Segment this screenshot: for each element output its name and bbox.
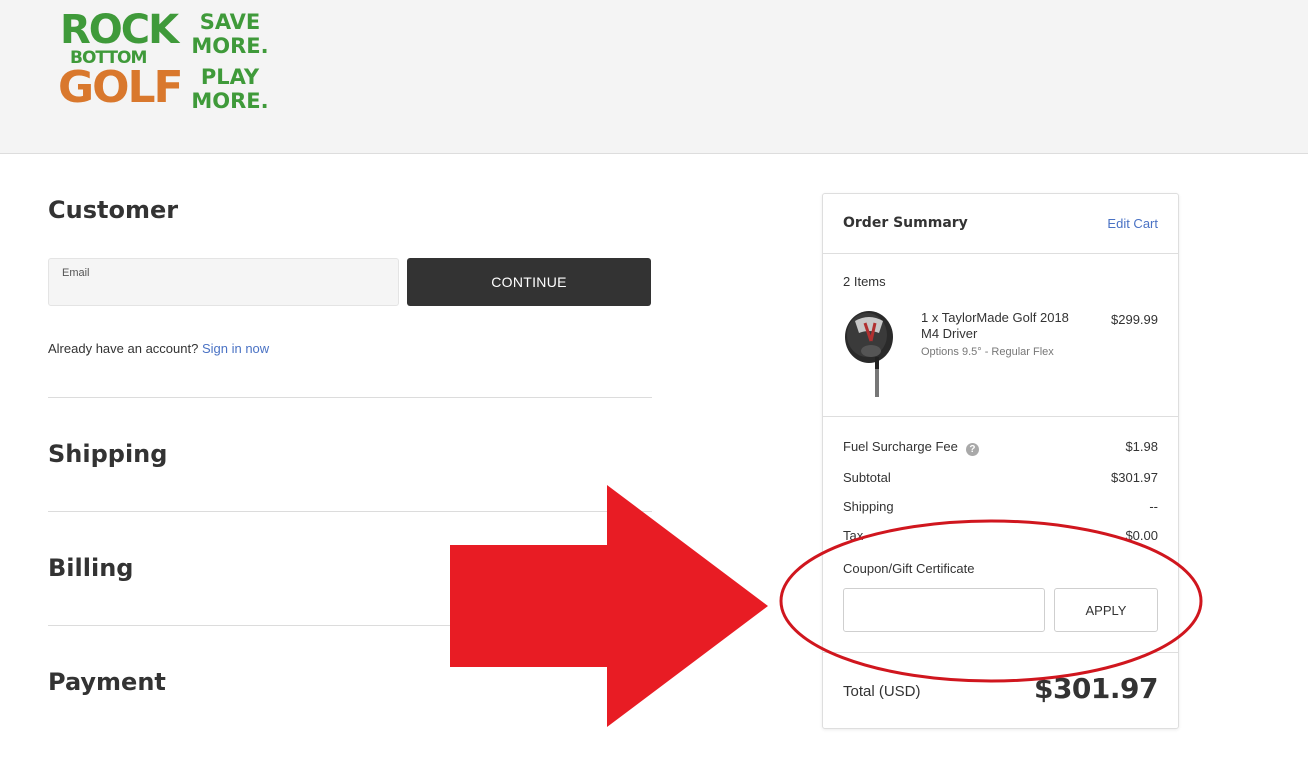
product-name: 1 x TaylorMade Golf 2018 M4 Driver — [921, 310, 1069, 341]
order-summary-panel: Order Summary Edit Cart 2 Items 1 x Tayl… — [822, 193, 1179, 729]
sign-in-link[interactable]: Sign in now — [202, 341, 269, 356]
shipping-value: -- — [1149, 499, 1158, 514]
apply-coupon-button[interactable]: APPLY — [1054, 588, 1158, 632]
total-label: Total (USD) — [843, 683, 921, 700]
rock-bottom-golf-logo[interactable]: ROCK BOTTOM GOLF SAVE MORE. PLAY MORE. — [58, 10, 273, 115]
email-field[interactable] — [61, 281, 386, 301]
billing-heading[interactable]: Billing — [48, 554, 133, 582]
coupon-label: Coupon/Gift Certificate — [843, 561, 975, 576]
divider — [823, 652, 1178, 653]
fuel-surcharge-row: Fuel Surcharge Fee? $1.98 — [843, 439, 1158, 457]
items-count: 2 Items — [843, 274, 886, 289]
divider — [823, 416, 1178, 417]
shipping-heading[interactable]: Shipping — [48, 440, 167, 468]
signin-prompt: Already have an account? Sign in now — [48, 341, 269, 356]
logo-tagline-save-more: SAVE MORE. — [191, 10, 269, 58]
fuel-surcharge-label: Fuel Surcharge Fee — [843, 439, 958, 454]
signin-prompt-text: Already have an account? — [48, 341, 199, 356]
logo-rock-text: ROCK — [60, 7, 179, 53]
logo-tagline-play-more: PLAY MORE. — [191, 65, 269, 113]
golf-driver-image — [845, 311, 893, 397]
order-summary-title: Order Summary — [843, 215, 968, 231]
logo-golf-text: GOLF — [58, 62, 184, 113]
divider — [48, 625, 652, 626]
continue-button[interactable]: CONTINUE — [407, 258, 651, 306]
subtotal-label: Subtotal — [843, 470, 891, 485]
tax-value: $0.00 — [1125, 528, 1158, 543]
red-arrow-annotation — [450, 485, 768, 727]
tax-row: Tax $0.00 — [843, 528, 1158, 546]
shipping-row: Shipping -- — [843, 499, 1158, 517]
site-header: ROCK BOTTOM GOLF SAVE MORE. PLAY MORE. — [0, 0, 1308, 154]
divider — [48, 511, 652, 512]
fuel-surcharge-value: $1.98 — [1125, 439, 1158, 454]
subtotal-row: Subtotal $301.97 — [843, 470, 1158, 488]
help-icon[interactable]: ? — [965, 443, 979, 456]
tax-label: Tax — [843, 528, 864, 543]
subtotal-value: $301.97 — [1111, 470, 1158, 485]
customer-heading: Customer — [48, 196, 179, 224]
product-options: Options 9.5° - Regular Flex — [921, 346, 1054, 358]
shipping-label: Shipping — [843, 499, 894, 514]
total-value: $301.97 — [1033, 672, 1159, 705]
email-label: Email — [62, 267, 90, 279]
payment-heading[interactable]: Payment — [48, 668, 166, 696]
divider — [48, 397, 652, 398]
edit-cart-link[interactable]: Edit Cart — [1107, 216, 1158, 231]
coupon-input[interactable] — [843, 588, 1045, 632]
email-field-wrapper[interactable]: Email — [48, 258, 399, 306]
product-price: $299.99 — [1111, 312, 1158, 327]
order-summary-header: Order Summary Edit Cart — [823, 194, 1178, 254]
